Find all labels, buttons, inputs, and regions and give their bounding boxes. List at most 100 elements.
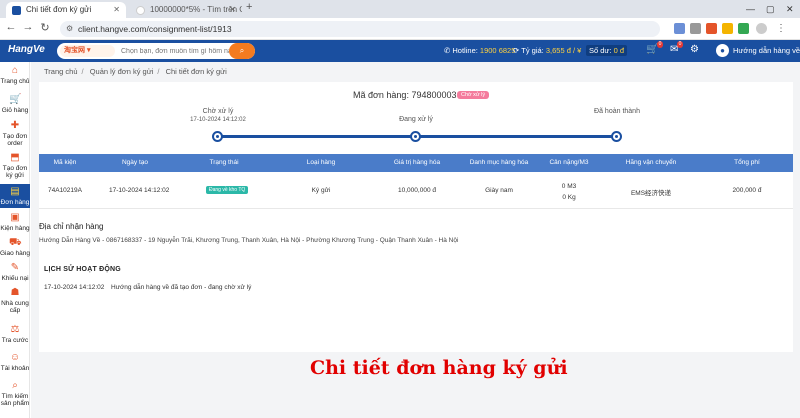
step-label-pending: Chờ xử lý	[202, 108, 234, 115]
caption-overlay: Chi tiết đơn hàng ký gửi	[310, 357, 568, 379]
step-label-processing: Đang xử lý	[399, 116, 433, 123]
column-header: Giá trị hàng hóa	[393, 159, 441, 166]
sidebar-item-product-search[interactable]: ⌕ Tìm kiếm sản phẩm	[0, 380, 30, 407]
order-code: Mã đơn hàng: 794800003	[353, 90, 457, 100]
cell-total: 200,000 đ	[732, 187, 762, 194]
exchange-rate: ⟳ Tỷ giá: 3,655 đ / ¥	[513, 46, 582, 55]
breadcrumb-current: Chi tiết đơn ký gửi	[165, 67, 227, 76]
close-tab-icon[interactable]: ✕	[113, 2, 120, 18]
cell-carrier: EMS经济快递	[630, 190, 672, 197]
cart-icon: 🛒	[9, 94, 22, 105]
search-icon: ⌕	[239, 46, 245, 55]
back-icon[interactable]: ←	[4, 21, 18, 33]
address-title: Địa chỉ nhận hàng	[39, 222, 104, 231]
address-text: Hướng Dẫn Hàng Về - 0867168337 - 19 Nguy…	[39, 237, 459, 244]
browser-tab-active[interactable]: Chi tiết đơn ký gửi ✕	[6, 2, 126, 18]
status-badge: Chờ xử lý	[457, 91, 490, 99]
settings-icon[interactable]: ⚙	[690, 44, 699, 55]
platform-select[interactable]: 淘宝网 ▾	[60, 45, 115, 57]
app-header: HangVe 淘宝网 ▾ ⌕ ✆ Hotline: 1900 6825 ⟳ Tỷ…	[0, 40, 800, 62]
user-menu[interactable]: Hướng dẫn hàng về ▾	[733, 46, 800, 55]
cell-category: Giày nam	[485, 187, 513, 194]
sidebar-item-home[interactable]: ⌂ Trang chủ	[0, 65, 30, 85]
sidebar-item-delivery[interactable]: ⛟ Giao hàng	[0, 237, 30, 257]
google-favicon-icon	[136, 6, 145, 15]
forward-icon[interactable]: →	[21, 21, 35, 33]
browser-tab-bar: Chi tiết đơn ký gửi ✕ 10000000*5% - Tìm …	[0, 0, 800, 18]
step-dot-processing	[410, 131, 421, 142]
step-label-done: Đã hoàn thành	[594, 108, 640, 115]
product-search-icon: ⌕	[12, 380, 18, 391]
balance[interactable]: Số dư: 0 đ	[586, 45, 628, 56]
sidebar-item-cart[interactable]: 🛒 Giỏ hàng	[0, 94, 30, 114]
avatar[interactable]: ●	[716, 44, 729, 57]
cell-status-badge: Đang về kho TQ	[206, 186, 249, 194]
close-window-icon[interactable]: ✕	[786, 0, 794, 18]
cell-value: 10,000,000 đ	[398, 187, 436, 194]
column-header: Loại hàng	[306, 159, 336, 166]
cell-type: Ký gửi	[311, 187, 331, 194]
extension-icon[interactable]	[738, 23, 749, 34]
breadcrumb-consign-list[interactable]: Quản lý đơn ký gửi	[90, 67, 154, 76]
supplier-icon: ☗	[10, 287, 20, 298]
column-header: Mã kiện	[53, 159, 77, 166]
orders-icon: ▤	[10, 186, 20, 197]
column-header: Trạng thái	[209, 159, 239, 166]
history-text: Hướng dẫn hàng về đã tạo đơn - đang chờ …	[111, 284, 252, 291]
extension-icon[interactable]	[722, 23, 733, 34]
package-icon: ▣	[10, 212, 20, 223]
sidebar-item-packages[interactable]: ▣ Kiện hàng	[0, 212, 30, 232]
reload-icon[interactable]: ↻	[38, 21, 52, 34]
minimize-icon[interactable]: —	[746, 0, 755, 18]
cell-weight: 0 Kg	[562, 194, 576, 201]
main-content: Trang chủ / Quản lý đơn ký gửi / Chi tiết …	[31, 62, 800, 418]
translate-icon[interactable]	[674, 23, 685, 34]
column-header: Cân nặng/M3	[549, 159, 589, 166]
cell-package-code[interactable]: 74A10219A	[48, 187, 82, 194]
sidebar-item-orders[interactable]: ▤ Đơn hàng	[0, 184, 30, 208]
sidebar-item-consign[interactable]: ⬒ Tạo đơn ký gửi	[0, 152, 30, 179]
cell-created: 17-10-2024 14:12:02	[109, 187, 170, 194]
column-header: Tổng phí	[734, 159, 760, 166]
create-order-icon: ✚	[10, 120, 20, 131]
maximize-icon[interactable]: ▢	[766, 0, 775, 18]
step-dot-done	[611, 131, 622, 142]
row-divider	[39, 208, 793, 209]
tab-title: Chi tiết đơn ký gửi	[26, 5, 92, 14]
browser-tab-google[interactable]: 10000000*5% - Tìm trên Googl... ✕	[130, 2, 242, 18]
site-info-icon[interactable]: ⚙	[66, 21, 73, 37]
message-icon[interactable]: ✉ 0	[670, 41, 684, 55]
hangve-favicon-icon	[12, 6, 21, 15]
url-field[interactable]: ⚙ client.hangve.com/consignment-list/191…	[60, 21, 660, 37]
sidebar-item-create-order[interactable]: ✚ Tạo đơn order	[0, 120, 30, 147]
search-bar: 淘宝网 ▾ ⌕	[57, 43, 255, 59]
column-header: Hãng vận chuyển	[625, 159, 677, 166]
tab-title: 10000000*5% - Tìm trên Googl...	[150, 5, 242, 14]
order-detail-card: Mã đơn hàng: 794800003 Chờ xử lý Chờ xử …	[39, 82, 793, 352]
menu-icon[interactable]: ⋮	[776, 23, 787, 34]
sidebar-item-fee[interactable]: ⚖ Tra cước	[0, 324, 30, 344]
search-input[interactable]	[121, 45, 229, 57]
extension-icon[interactable]	[706, 23, 717, 34]
site-logo[interactable]: HangVe	[8, 44, 45, 55]
cart-icon[interactable]: 🛒 0	[646, 41, 664, 55]
sidebar-item-supplier[interactable]: ☗ Nhà cung cấp	[0, 287, 30, 314]
consign-icon: ⬒	[10, 152, 20, 163]
breadcrumb-home[interactable]: Trang chủ	[44, 67, 78, 76]
column-header: Ngày tạo	[121, 159, 149, 166]
sidebar-item-account[interactable]: ☺ Tài khoản	[0, 352, 30, 372]
home-icon: ⌂	[11, 65, 19, 76]
column-header: Danh mục hàng hóa	[469, 159, 529, 166]
sidebar: ⌂ Trang chủ 🛒 Giỏ hàng ✚ Tạo đơn order ⬒…	[0, 62, 30, 418]
sidebar-item-complaint[interactable]: ✎ Khiếu nại	[0, 262, 30, 282]
url-text: client.hangve.com/consignment-list/1913	[78, 24, 232, 34]
close-tab-icon[interactable]: ✕	[229, 2, 236, 18]
history-title: LỊCH SỬ HOẠT ĐỘNG	[44, 266, 121, 273]
new-tab-icon[interactable]: +	[246, 1, 252, 13]
search-button[interactable]: ⌕	[229, 43, 255, 59]
profile-icon[interactable]	[756, 23, 767, 34]
bookmark-icon[interactable]	[690, 23, 701, 34]
hotline: ✆ Hotline: 1900 6825	[444, 46, 516, 55]
browser-address-bar: ← → ↻ ⚙ client.hangve.com/consignment-li…	[0, 18, 800, 40]
history-time: 17-10-2024 14:12:02	[44, 284, 105, 291]
